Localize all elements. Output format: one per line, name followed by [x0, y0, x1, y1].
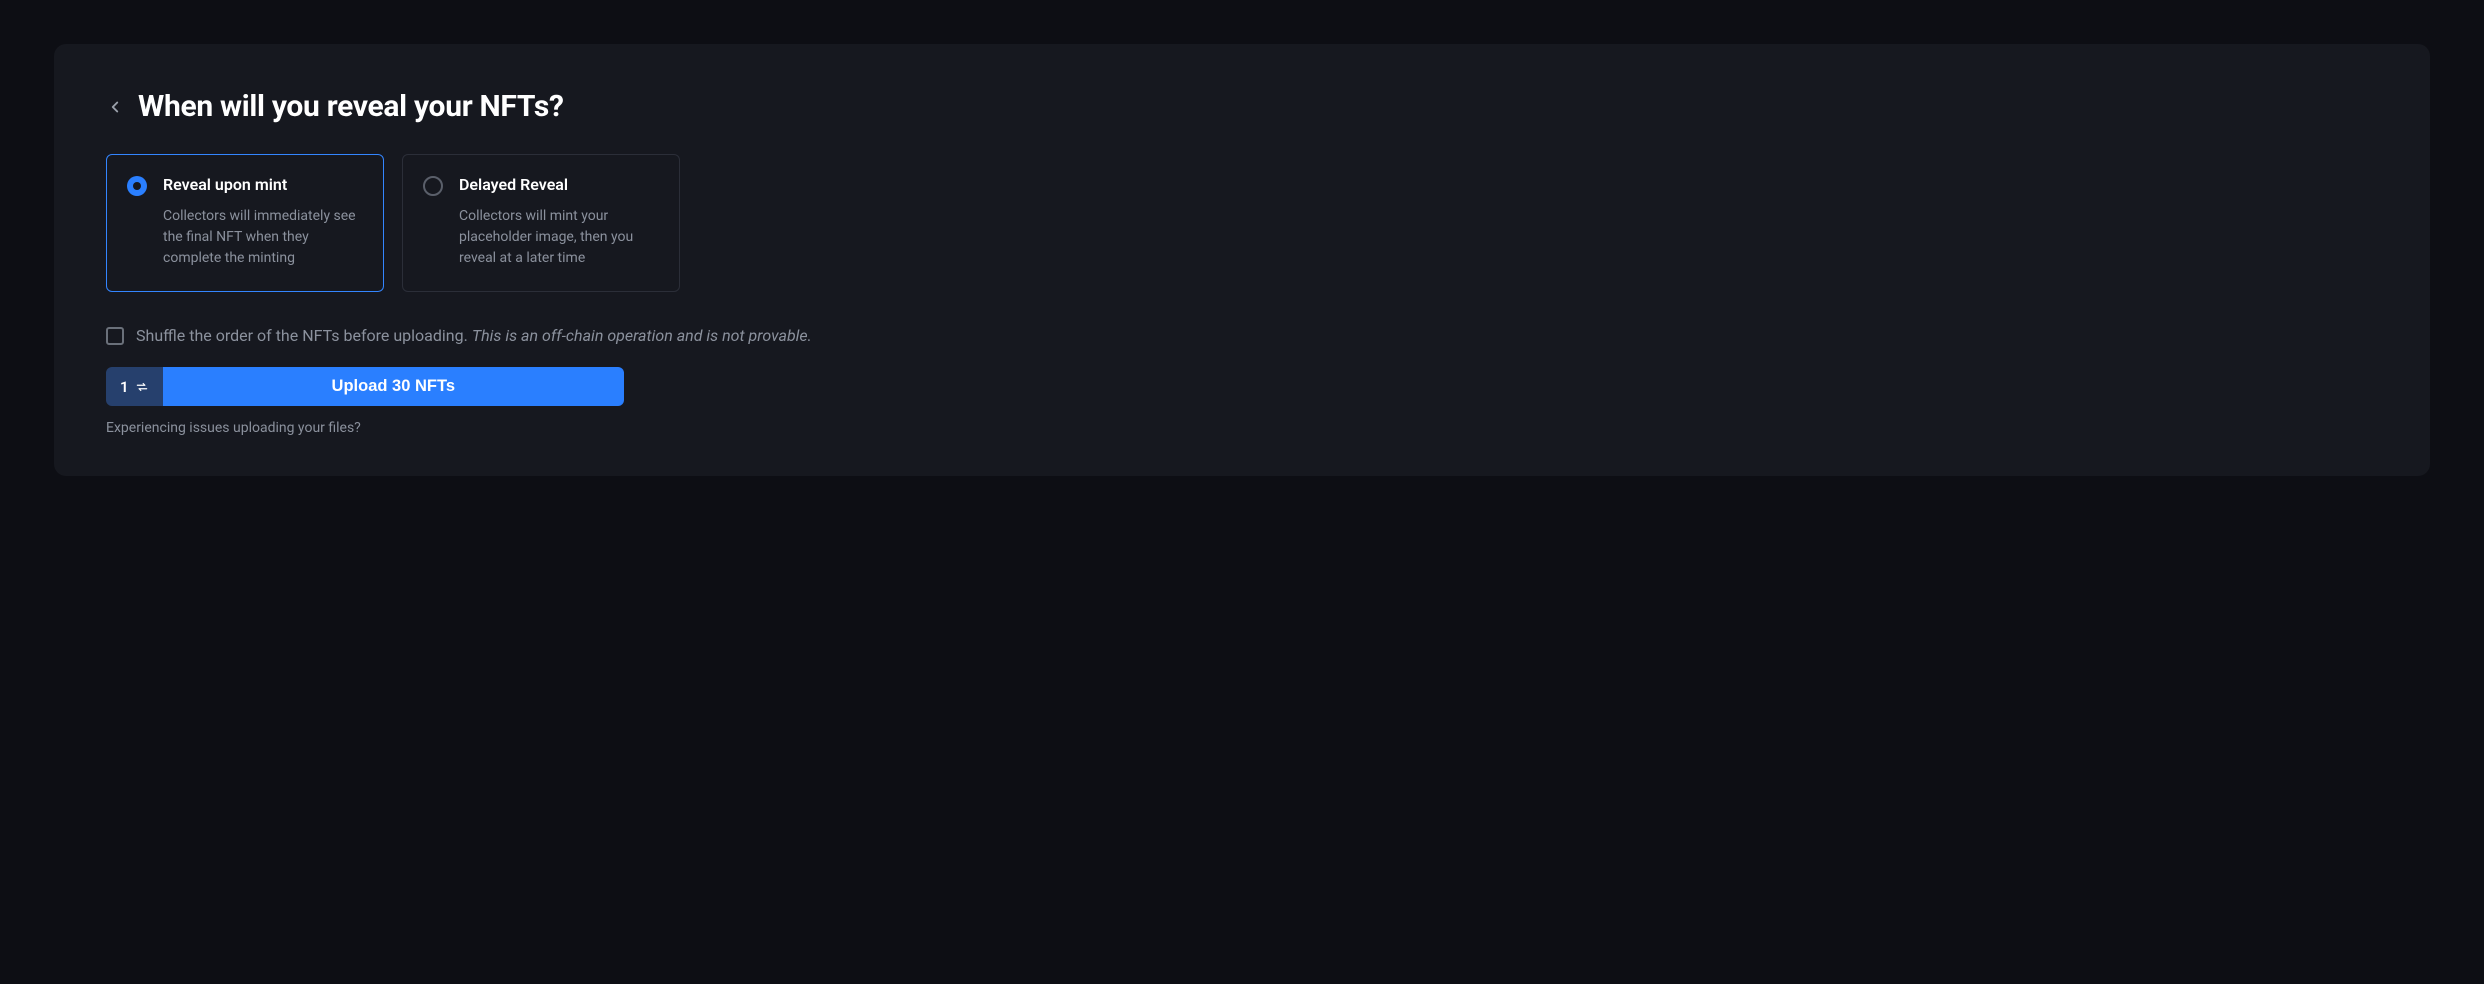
- option-reveal-upon-mint[interactable]: Reveal upon mint Collectors will immedia…: [106, 154, 384, 292]
- upload-button[interactable]: Upload 30 NFTs: [163, 367, 624, 406]
- option-description: Collectors will immediately see the fina…: [163, 206, 363, 269]
- reveal-options: Reveal upon mint Collectors will immedia…: [106, 154, 2378, 292]
- shuffle-row: Shuffle the order of the NFTs before upl…: [106, 326, 2378, 345]
- upload-count-segment[interactable]: 1: [106, 367, 163, 406]
- option-title: Delayed Reveal: [459, 175, 659, 194]
- header-row: When will you reveal your NFTs?: [106, 89, 2378, 124]
- option-delayed-reveal[interactable]: Delayed Reveal Collectors will mint your…: [402, 154, 680, 292]
- page-title: When will you reveal your NFTs?: [138, 89, 564, 124]
- shuffle-label: Shuffle the order of the NFTs before upl…: [136, 326, 812, 345]
- helper-link[interactable]: Experiencing issues uploading your files…: [106, 420, 2378, 436]
- option-text: Reveal upon mint Collectors will immedia…: [163, 175, 363, 269]
- option-text: Delayed Reveal Collectors will mint your…: [459, 175, 659, 269]
- radio-selected-icon: [127, 176, 147, 196]
- chevron-left-icon[interactable]: [106, 98, 124, 116]
- upload-row: 1 Upload 30 NFTs: [106, 367, 624, 406]
- option-description: Collectors will mint your placeholder im…: [459, 206, 659, 269]
- upload-count: 1: [120, 378, 129, 396]
- radio-unselected-icon: [423, 176, 443, 196]
- shuffle-note: This is an off-chain operation and is no…: [472, 326, 812, 345]
- option-title: Reveal upon mint: [163, 175, 363, 194]
- swap-icon: [135, 380, 149, 394]
- shuffle-checkbox[interactable]: [106, 327, 124, 345]
- shuffle-label-text: Shuffle the order of the NFTs before upl…: [136, 326, 472, 345]
- main-panel: When will you reveal your NFTs? Reveal u…: [54, 44, 2430, 476]
